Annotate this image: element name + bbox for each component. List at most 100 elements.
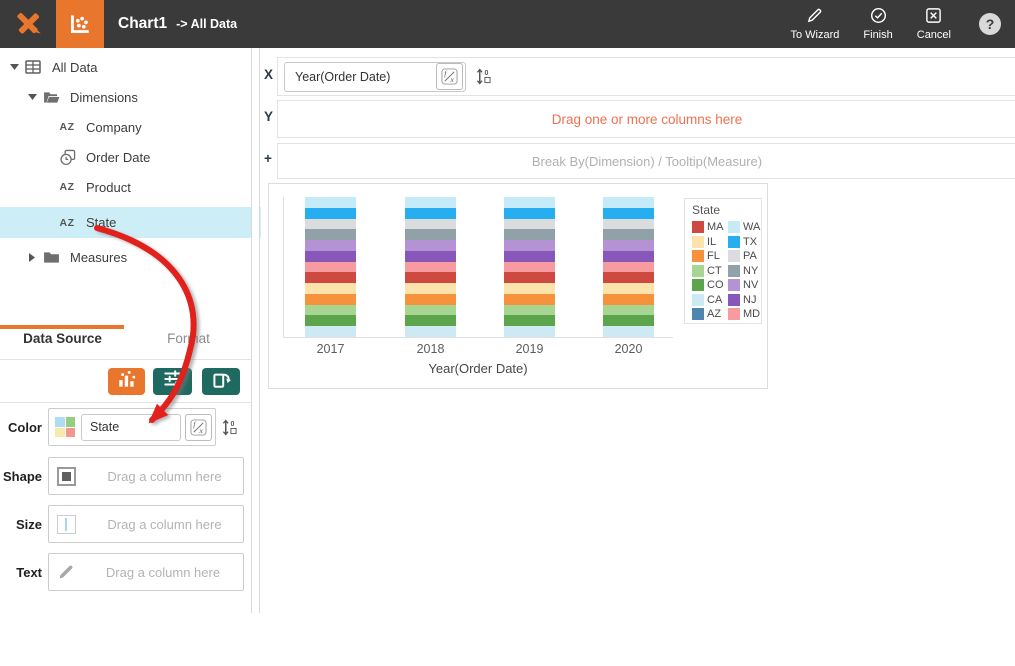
pencil-icon: [57, 563, 75, 581]
legend-item-az: AZ: [692, 308, 728, 320]
tree-item-all-data[interactable]: All Data: [0, 52, 257, 82]
legend-item-nv: NV: [728, 279, 764, 291]
caret-down-icon[interactable]: [24, 94, 40, 100]
tree-item-label: Company: [86, 120, 142, 135]
legend-item-ny: NY: [728, 265, 764, 277]
breadcrumb-target: -> All Data: [176, 17, 237, 31]
pencil-icon: [806, 7, 823, 27]
legend-swatch: [728, 236, 740, 248]
bar-segment-wa: [305, 197, 356, 208]
formula-fx-icon[interactable]: fx: [185, 414, 212, 441]
x-tick-label: 2018: [405, 342, 456, 356]
legend-label: CO: [707, 279, 724, 291]
color-field-value[interactable]: State: [81, 414, 181, 441]
bar-chart-button[interactable]: [108, 368, 145, 395]
break-by-drop-zone[interactable]: Break By(Dimension) / Tooltip(Measure): [277, 143, 1015, 179]
legend-swatch: [692, 250, 704, 262]
finish-button[interactable]: Finish: [863, 7, 892, 41]
legend-item-ct: CT: [692, 265, 728, 277]
text-encoding-row: Text Drag a column here: [0, 553, 244, 591]
cancel-button[interactable]: Cancel: [917, 7, 951, 41]
palette-icon: [55, 417, 75, 437]
bar-segment-co: [603, 315, 654, 326]
x-axis-drop-zone[interactable]: Year(Order Date) fx 0: [277, 57, 1015, 96]
folder-open-icon: [40, 91, 62, 104]
color-label: Color: [0, 420, 42, 435]
flip-page-icon: [210, 368, 232, 395]
bar-segment-nj: [603, 251, 654, 262]
close-square-icon: [925, 7, 942, 27]
bar-segment-ma: [305, 272, 356, 283]
tree-item-label: Dimensions: [70, 90, 138, 105]
svg-text:0: 0: [484, 70, 488, 77]
caret-right-icon[interactable]: [24, 253, 40, 262]
chart-preview: 2017201820192020 Year(Order Date) State …: [268, 183, 768, 389]
bar-segment-md: [305, 262, 356, 273]
y-axis-drop-zone[interactable]: Drag one or more columns here: [277, 100, 1015, 138]
az-icon: AZ: [56, 121, 78, 133]
field-settings-icon: [162, 368, 184, 395]
scatter-chart-icon[interactable]: [56, 0, 104, 48]
text-drop-zone[interactable]: Drag a column here: [48, 553, 244, 591]
svg-text:x: x: [449, 75, 454, 84]
tree-item-dimensions[interactable]: Dimensions: [0, 82, 275, 112]
bar-segment-il: [504, 283, 555, 294]
legend-swatch: [728, 221, 740, 233]
tree-item-label: Measures: [70, 250, 127, 265]
bar-segment-ny: [405, 229, 456, 240]
caret-down-icon[interactable]: [6, 64, 22, 70]
legend-swatch: [728, 279, 740, 291]
bar-segment-pa: [603, 219, 654, 230]
crossed-tools-logo-icon: [0, 0, 56, 48]
bar-segment-wa: [504, 197, 555, 208]
legend-item-ca: CA: [692, 294, 728, 306]
bar-segment-ca: [405, 326, 456, 337]
x-axis-line: [283, 337, 673, 338]
legend-item-fl: FL: [692, 250, 728, 262]
to-wizard-button[interactable]: To Wizard: [791, 7, 840, 41]
tree-item-label: All Data: [52, 60, 98, 75]
legend-label: TX: [743, 236, 757, 248]
y-axis-line: [283, 197, 284, 337]
legend-swatch: [692, 221, 704, 233]
legend-title: State: [692, 203, 761, 217]
panel-splitter[interactable]: [251, 48, 260, 613]
flip-page-button[interactable]: [202, 368, 240, 395]
bar-segment-fl: [603, 294, 654, 305]
legend-item-wa: WA: [728, 221, 764, 233]
tab-data-source[interactable]: Data Source: [0, 331, 125, 346]
tree-item-measures[interactable]: Measures: [0, 242, 275, 272]
bar-segment-wa: [603, 197, 654, 208]
svg-text:0: 0: [230, 421, 234, 428]
sort-order-icon[interactable]: 0: [222, 419, 237, 436]
legend-label: MA: [707, 221, 724, 233]
help-button[interactable]: ?: [979, 13, 1001, 35]
breadcrumb: Chart1 -> All Data: [118, 15, 237, 33]
bar-segment-tx: [603, 208, 654, 219]
az-icon: AZ: [56, 181, 78, 193]
legend-item-il: IL: [692, 236, 728, 248]
legend-swatch: [692, 294, 704, 306]
legend-item-nj: NJ: [728, 294, 764, 306]
x-axis-field-chip[interactable]: Year(Order Date) fx: [284, 62, 466, 92]
legend-swatch: [728, 250, 740, 262]
size-drop-zone[interactable]: Drag a column here: [48, 505, 244, 543]
legend-label: CT: [707, 265, 722, 277]
color-drop-zone[interactable]: State fx: [48, 408, 216, 446]
sort-order-icon[interactable]: 0: [476, 68, 491, 85]
legend-label: AZ: [707, 308, 721, 320]
field-settings-button[interactable]: [153, 368, 192, 395]
formula-fx-icon[interactable]: fx: [436, 63, 463, 90]
az-icon: AZ: [56, 217, 78, 229]
bar-segment-nj: [305, 251, 356, 262]
bar-segment-ca: [504, 326, 555, 337]
app-header: Chart1 -> All Data To Wizard Finish Canc…: [0, 0, 1015, 48]
shape-square-icon: [57, 467, 76, 486]
shape-drop-zone[interactable]: Drag a column here: [48, 457, 244, 495]
legend-label: PA: [743, 250, 757, 262]
bar-segment-md: [603, 262, 654, 273]
tab-format[interactable]: Format: [126, 331, 251, 346]
tree-item-label: Order Date: [86, 150, 150, 165]
bar-segment-wa: [405, 197, 456, 208]
bar-segment-ct: [504, 305, 555, 316]
